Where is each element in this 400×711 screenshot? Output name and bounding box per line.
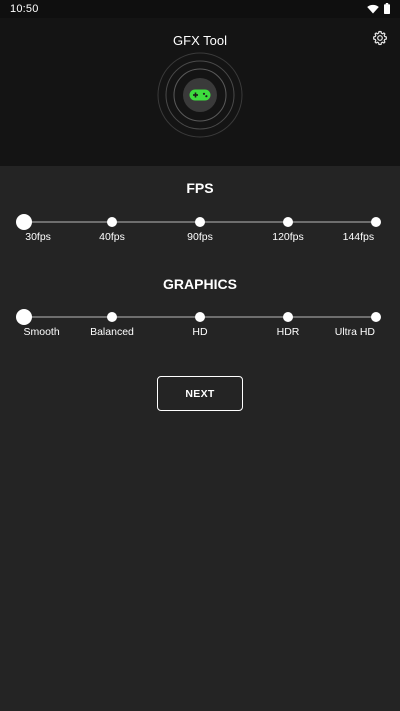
fps-stop-120fps[interactable] (283, 217, 293, 227)
wifi-icon (367, 4, 379, 14)
fps-labels: 30fps 40fps 90fps 120fps 144fps (24, 231, 376, 245)
fps-slider[interactable] (16, 214, 381, 230)
graphics-slider[interactable] (16, 309, 381, 325)
fps-section-title: FPS (186, 180, 214, 196)
app-header: GFX Tool (0, 18, 400, 166)
fps-label-120fps: 120fps (272, 231, 304, 243)
settings-button[interactable] (372, 30, 388, 46)
graphics-stop-smooth[interactable] (16, 309, 32, 325)
fps-stop-144fps[interactable] (371, 217, 381, 227)
graphics-label-smooth: Smooth (23, 326, 60, 338)
graphics-labels: Smooth Balanced HD HDR Ultra HD (24, 326, 376, 340)
graphics-stop-hd[interactable] (195, 312, 205, 322)
fps-label-144fps: 144fps (342, 231, 375, 243)
graphics-section-title: GRAPHICS (163, 276, 237, 292)
status-time: 10:50 (10, 3, 39, 15)
fps-label-90fps: 90fps (187, 231, 213, 243)
status-icons (367, 3, 390, 14)
gamepad-icon (189, 89, 211, 101)
graphics-label-hd: HD (192, 326, 208, 338)
fps-stop-90fps[interactable] (195, 217, 205, 227)
status-bar: 10:50 (0, 0, 400, 18)
app-logo (156, 51, 244, 139)
app-title: GFX Tool (173, 33, 227, 48)
fps-stop-40fps[interactable] (107, 217, 117, 227)
gfx-tool-screen: 10:50 GFX Tool FPS 30fps 40fps 90fps 120… (0, 0, 400, 711)
graphics-label-ultra-hd: Ultra HD (334, 326, 375, 338)
gear-icon (372, 30, 388, 46)
graphics-stop-balanced[interactable] (107, 312, 117, 322)
graphics-stop-hdr[interactable] (283, 312, 293, 322)
next-button[interactable]: NEXT (157, 376, 243, 411)
fps-label-40fps: 40fps (99, 231, 125, 243)
graphics-stop-ultra-hd[interactable] (371, 312, 381, 322)
battery-icon (384, 3, 390, 14)
fps-label-30fps: 30fps (25, 231, 51, 243)
fps-stop-30fps[interactable] (16, 214, 32, 230)
graphics-label-balanced: Balanced (90, 326, 134, 338)
